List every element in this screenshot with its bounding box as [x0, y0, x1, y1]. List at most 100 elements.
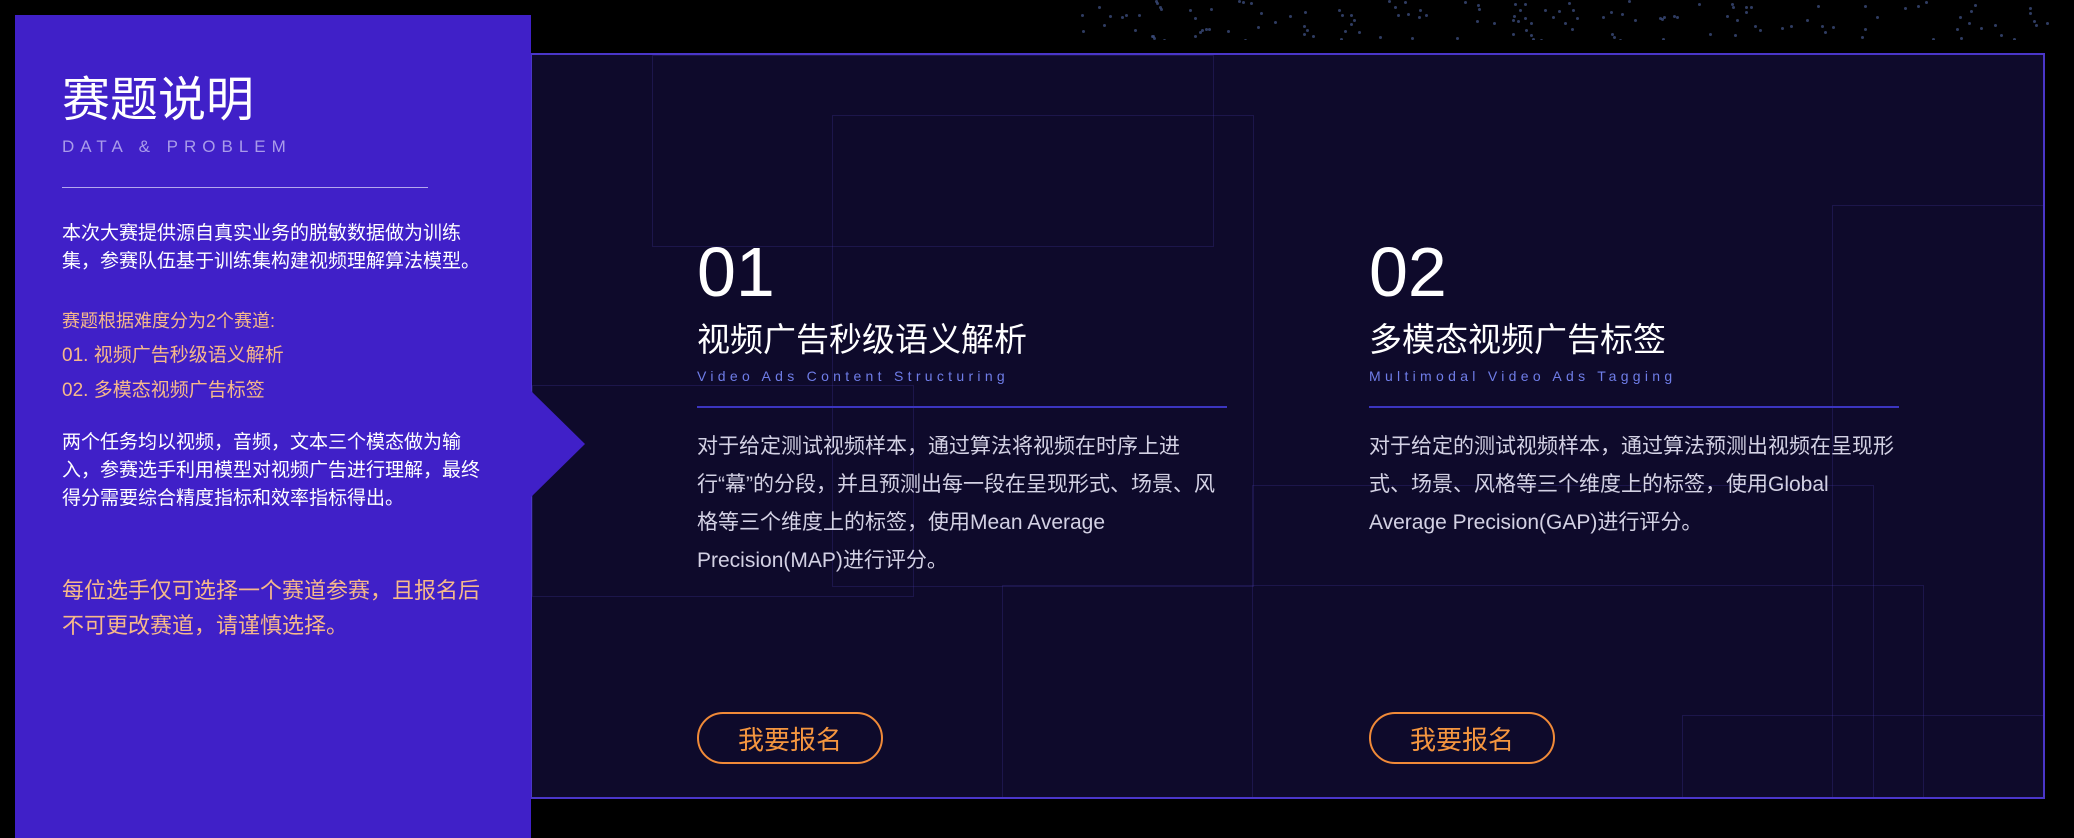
decorative-dot	[1734, 34, 1737, 37]
decorative-dot	[1634, 19, 1637, 22]
divider	[1369, 406, 1899, 408]
decorative-dot	[1864, 28, 1867, 31]
track-subtitle: Video Ads Content Structuring	[697, 368, 1010, 384]
decorative-dot	[1394, 6, 1397, 9]
decorative-dot	[1662, 38, 1665, 40]
track-title: 多模态视频广告标签	[1369, 321, 1666, 358]
decorative-dot	[1303, 33, 1306, 36]
register-button-track-1[interactable]: 我要报名	[697, 712, 883, 764]
intro-text: 本次大赛提供源自真实业务的脱敏数据做为训练集，参赛队伍基于训练集构建视频理解算法…	[62, 223, 481, 272]
decorative-dot	[1540, 39, 1543, 40]
decorative-dot	[1709, 33, 1712, 36]
decorative-dot	[1353, 19, 1356, 22]
decorative-dot	[1960, 37, 1963, 40]
decorative-dot	[1974, 4, 1977, 7]
tracks-panel: 01 视频广告秒级语义解析 Video Ads Content Structur…	[530, 53, 2045, 799]
decorative-dot	[1781, 27, 1784, 30]
pointer-arrow	[530, 390, 585, 498]
decorative-dot	[1517, 20, 1520, 23]
decorative-dot	[1407, 13, 1410, 16]
decorative-dot	[1388, 0, 1391, 3]
decorative-dot	[1673, 15, 1676, 18]
decorative-dot	[1379, 36, 1382, 39]
decorative-dot	[1103, 24, 1106, 27]
decorative-dot	[1512, 33, 1515, 36]
decorative-dot	[1274, 21, 1277, 24]
decorative-dot	[1959, 16, 1962, 19]
track-description: 对于给定的测试视频样本，通过算法预测出视频在呈现形式、场景、风格等三个维度上的标…	[1369, 435, 1894, 534]
decorative-dot	[1081, 14, 1084, 17]
decorative-dot	[1404, 1, 1407, 4]
decorative-dot	[1530, 22, 1533, 25]
divider	[697, 406, 1227, 408]
decorative-dot	[1138, 14, 1141, 17]
register-button-track-2[interactable]: 我要报名	[1369, 712, 1555, 764]
decorative-dot	[1790, 25, 1793, 28]
track-subtitle: Multimodal Video Ads Tagging	[1369, 368, 1677, 384]
decorative-dot	[1994, 24, 1997, 27]
decorative-dot	[1160, 8, 1163, 11]
decorative-dot	[1572, 9, 1575, 12]
decorative-dot	[1552, 16, 1555, 19]
decorative-dot	[1208, 28, 1211, 31]
decorative-dot	[1602, 16, 1605, 19]
decorative-dot	[1576, 17, 1579, 20]
decorative-dot	[1397, 14, 1400, 17]
decorative-dot	[1244, 39, 1247, 40]
decorative-dot	[1456, 37, 1459, 40]
decorative-dot	[1619, 39, 1622, 40]
decorative-dot	[1156, 2, 1159, 5]
decorative-dot	[1745, 6, 1748, 9]
decorative-dot	[1289, 15, 1292, 18]
decorative-dot	[1544, 9, 1547, 12]
page-subtitle: DATA & PROBLEM	[62, 137, 292, 156]
track-number: 02	[1369, 233, 1447, 311]
decorative-dot	[1558, 10, 1561, 13]
track-card-2: 02 多模态视频广告标签 Multimodal Video Ads Taggin…	[1369, 232, 1899, 764]
decorative-dot	[2013, 38, 2016, 40]
decorative-dot	[1098, 6, 1101, 9]
decorative-dot	[1861, 36, 1864, 39]
decorative-grid	[1682, 715, 2043, 797]
tracks-heading: 赛题根据难度分为2个赛道:	[62, 311, 276, 331]
decorative-dot	[1613, 36, 1616, 39]
decorative-dot	[1194, 35, 1197, 38]
decorative-dot	[1257, 26, 1260, 29]
decorative-dot	[1250, 2, 1253, 5]
decorative-dot	[1312, 35, 1315, 38]
decorative-dot	[1750, 6, 1753, 9]
decorative-dot	[1134, 29, 1137, 32]
decorative-dot	[1242, 1, 1245, 4]
decorative-dot	[1736, 19, 1739, 22]
decorative-dot	[1340, 38, 1343, 40]
divider	[62, 187, 428, 188]
track-card-1: 01 视频广告秒级语义解析 Video Ads Content Structur…	[697, 232, 1227, 764]
info-sidebar: 赛题说明 DATA & PROBLEM 本次大赛提供源自真实业务的脱敏数据做为训…	[15, 15, 531, 838]
decorative-dot	[1968, 22, 1971, 25]
decorative-dot	[1418, 16, 1421, 19]
decorative-dot	[1238, 0, 1241, 3]
decorative-dot	[1568, 2, 1571, 5]
decorative-dot	[1970, 10, 1973, 13]
decorative-dot	[1676, 16, 1679, 19]
decorative-dot	[1194, 17, 1197, 20]
decorative-dot	[1189, 9, 1192, 12]
decorative-dot	[1513, 15, 1516, 18]
decorative-dot	[1476, 20, 1479, 23]
decorative-dot	[1821, 25, 1824, 28]
decorative-dot	[1732, 6, 1735, 9]
decorative-dot	[1621, 13, 1624, 16]
decorative-dot	[1121, 16, 1124, 19]
decorative-dot	[1411, 37, 1414, 40]
decorative-dot	[1512, 19, 1515, 22]
decorative-dot	[2000, 34, 2003, 37]
decorative-dot	[1532, 38, 1535, 40]
decorative-dot	[1864, 5, 1867, 8]
decorative-dot	[1338, 9, 1341, 12]
track-title: 视频广告秒级语义解析	[697, 321, 1027, 358]
decorative-dot	[1201, 29, 1204, 32]
decorative-dot	[1754, 25, 1757, 28]
decorative-dot	[1904, 7, 1907, 10]
decorative-dot	[1493, 22, 1496, 25]
decorative-dot	[1151, 35, 1154, 38]
